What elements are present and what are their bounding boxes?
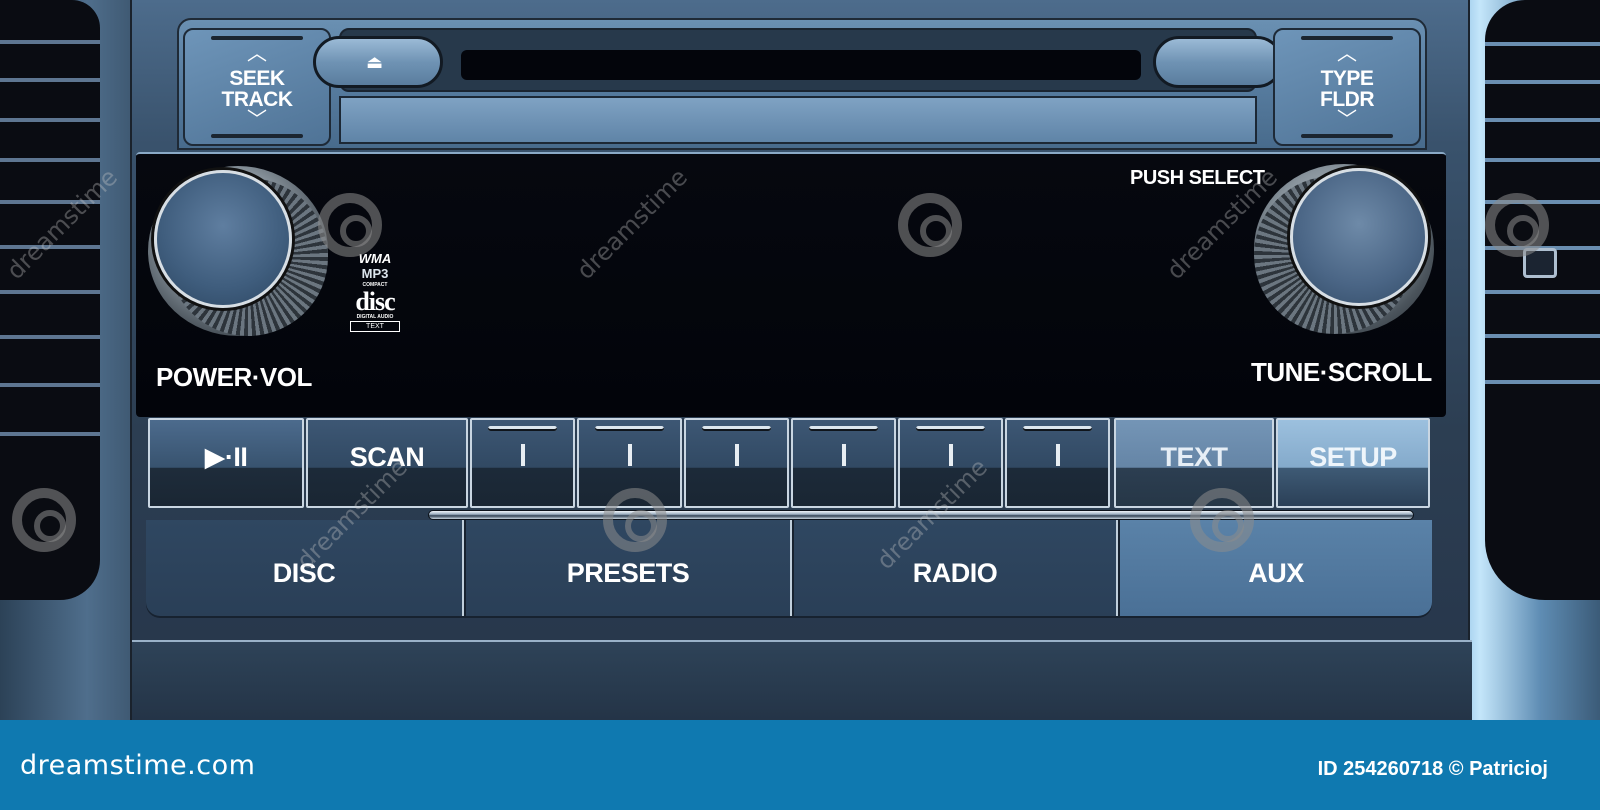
seek-track-button[interactable]: ︿ SEEK TRACK ﹀ [183,28,331,146]
eject-button[interactable]: ⏏ [313,36,443,88]
watermark-swirl-icon [318,193,382,257]
chevron-down-icon: ﹀ [247,109,267,131]
format-logos: WMA MP3 COMPACT disc DIGITAL AUDIO TEXT [346,252,404,332]
chevron-up-icon: ︿ [1337,43,1357,65]
dash-lower-trim [132,640,1472,720]
car-stereo-photo: ︿ SEEK TRACK ﹀ ⏏ ︿ TYPE FLDR ﹀ WMA MP3 C… [0,0,1600,720]
aux-button[interactable]: AUX [1120,520,1432,616]
preset-tick-icon [841,444,846,466]
power-vol-label: POWER·VOL [156,362,312,392]
type-fldr-button[interactable]: ︿ TYPE FLDR ﹀ [1273,28,1421,146]
cd-text-label: TEXT [350,321,400,332]
preset-tick-icon [948,444,953,466]
tune-scroll-knob[interactable] [1254,164,1434,334]
eject-icon: ⏏ [366,52,384,72]
watermark-swirl-icon [603,488,667,552]
chevron-up-icon: ︿ [247,43,267,65]
preset-tick-icon [1055,444,1060,466]
fldr-label: FLDR [1320,88,1375,111]
mp3-logo: MP3 [361,266,389,281]
dreamstime-logo[interactable]: dreamstime.com [20,750,255,781]
image-id-credit: ID 254260718 © Patricioj [1317,758,1548,780]
top-control-strip: ︿ SEEK TRACK ﹀ ⏏ ︿ TYPE FLDR ﹀ [177,18,1427,150]
preset-tick-icon [627,444,632,466]
preset-button-6[interactable] [1005,418,1110,508]
preset-button-4[interactable] [791,418,896,508]
watermark-swirl-icon [898,193,962,257]
watermark-swirl-icon [1190,488,1254,552]
chevron-down-icon: ﹀ [1337,109,1357,131]
cd-slot[interactable] [461,50,1141,80]
right-air-vent [1485,0,1600,600]
text-button[interactable]: TEXT [1114,418,1274,508]
preset-button-1[interactable] [470,418,575,508]
preset-button-3[interactable] [684,418,789,508]
type-label: TYPE [1320,67,1374,90]
head-unit: ︿ SEEK TRACK ﹀ ⏏ ︿ TYPE FLDR ﹀ WMA MP3 C… [130,0,1472,720]
play-pause-button[interactable]: ▶·II [148,418,304,508]
track-label: TRACK [221,88,294,111]
watermark-swirl-icon [1485,193,1549,257]
preset-tick-icon [520,444,525,466]
power-volume-knob[interactable] [148,166,328,336]
seek-label: SEEK [229,67,285,90]
setup-button[interactable]: SETUP [1276,418,1430,508]
radio-button[interactable]: RADIO [794,520,1118,616]
stock-footer-bar: dreamstime.com ID 254260718 © Patricioj [0,720,1600,810]
cd-slot-area: ⏏ [313,28,1283,146]
preset-tick-icon [734,444,739,466]
tune-scroll-label: TUNE·SCROLL [1251,357,1432,387]
play-pause-icon: ▶·II [204,442,248,472]
slot-right-button[interactable] [1153,36,1283,88]
disc-logo: disc [355,287,395,316]
watermark-swirl-icon [12,488,76,552]
